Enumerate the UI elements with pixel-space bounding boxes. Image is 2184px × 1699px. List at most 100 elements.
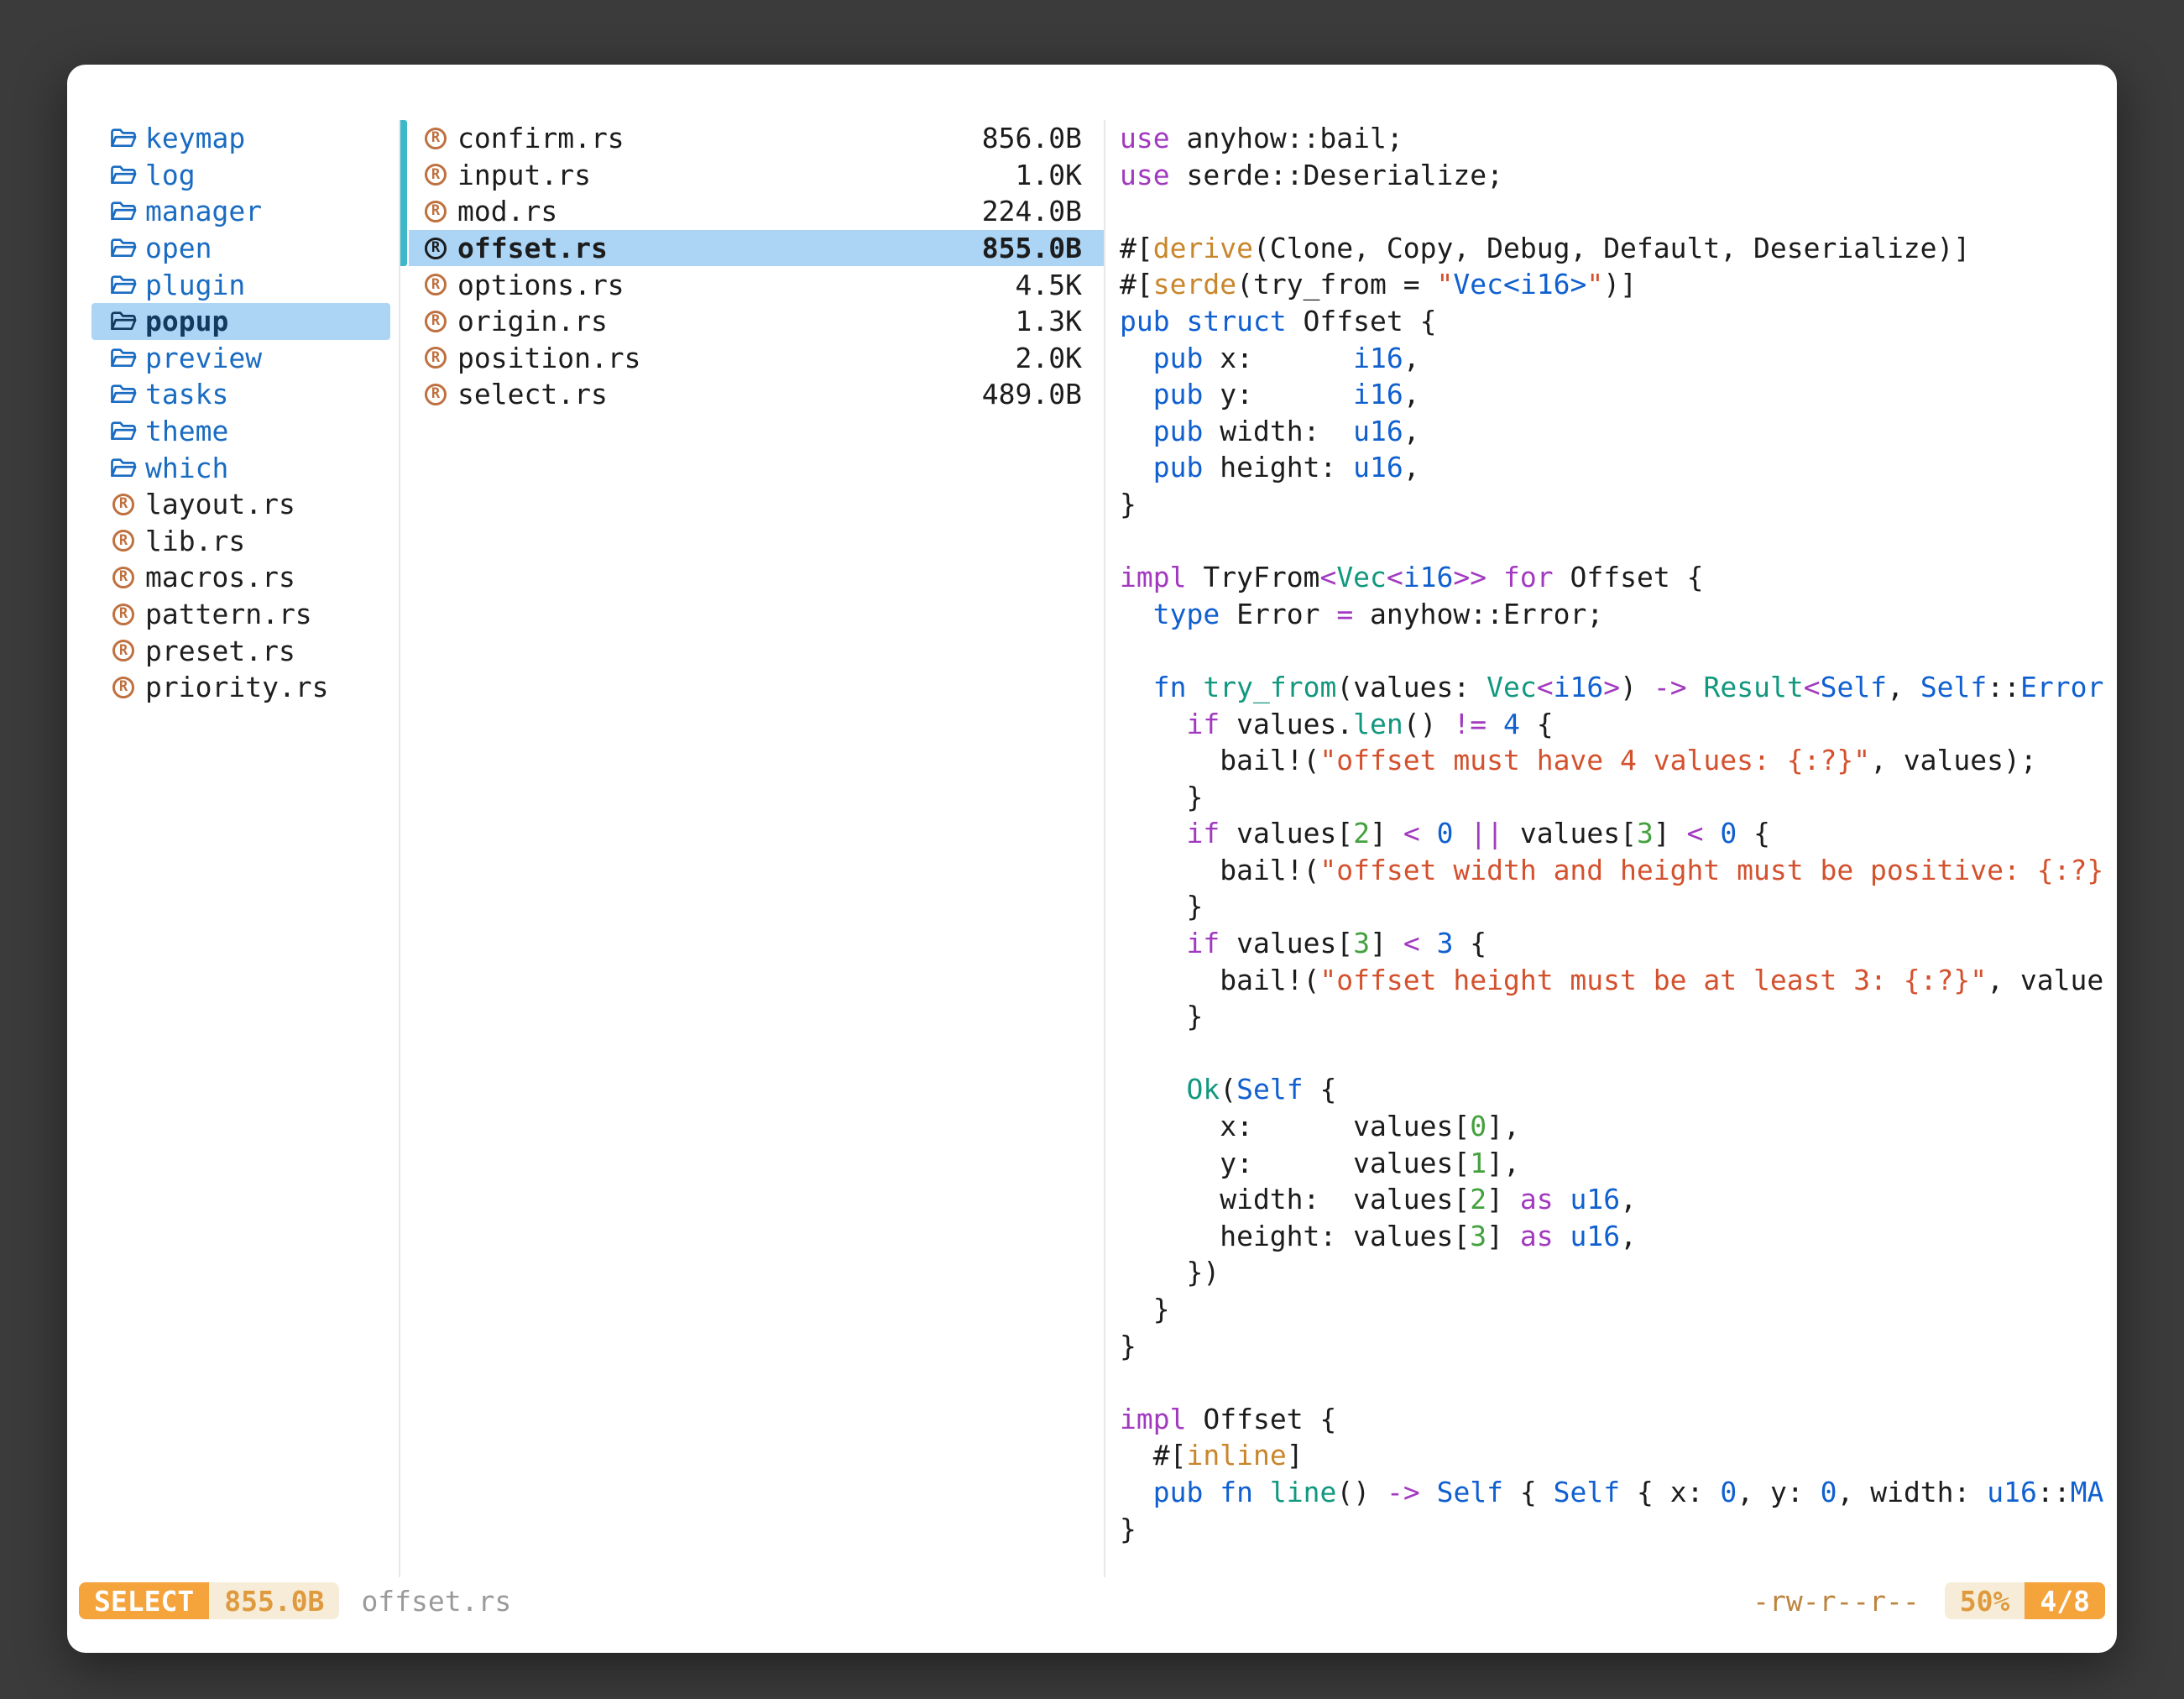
file-list-item[interactable]: R select.rs 489.0B [409, 376, 1104, 413]
code-token: as [1520, 1220, 1554, 1252]
code-token: Vec [1486, 671, 1537, 703]
code-line [1120, 1035, 2117, 1072]
code-token: ( [1220, 1073, 1236, 1106]
code-line: height: values[3] as u16, [1120, 1218, 2117, 1255]
parent-dir-item[interactable]: keymap [91, 120, 390, 157]
code-token: for [1503, 561, 1554, 593]
parent-file-item[interactable]: R preset.rs [91, 632, 390, 669]
parent-dir-item[interactable]: theme [91, 413, 390, 450]
file-name: layout.rs [145, 488, 295, 520]
code-token: () [1336, 1476, 1387, 1508]
code-token: 0 [1821, 1476, 1837, 1508]
code-token: ] [1287, 1439, 1304, 1472]
folder-open-icon [108, 347, 138, 369]
file-size: 489.0B [982, 378, 1082, 410]
code-token [1120, 817, 1186, 850]
code-token: >> [1453, 561, 1486, 593]
parent-file-item[interactable]: R macros.rs [91, 559, 390, 596]
file-list-item[interactable]: R origin.rs 1.3K [409, 303, 1104, 340]
code-token: (values: [1336, 671, 1486, 703]
file-list-item[interactable]: R position.rs 2.0K [409, 340, 1104, 377]
file-list-item[interactable]: R mod.rs 224.0B [409, 193, 1104, 230]
code-token: != [1453, 708, 1486, 740]
code-token: , value [1987, 964, 2103, 996]
code-token: ], [1486, 1147, 1520, 1179]
code-token [1120, 415, 1153, 447]
code-token: height: values[ [1120, 1220, 1470, 1252]
code-token: derive [1153, 232, 1253, 264]
parent-file-item[interactable]: R priority.rs [91, 669, 390, 706]
dir-name: keymap [145, 122, 245, 154]
parent-dir-item[interactable]: preview [91, 340, 390, 377]
parent-file-item[interactable]: R layout.rs [91, 486, 390, 523]
parent-dir-item[interactable]: which [91, 449, 390, 486]
code-token: :: [2037, 1476, 2071, 1508]
code-token: < [1804, 671, 1821, 703]
code-token: , [1403, 342, 1420, 374]
file-size: 855.0B [982, 232, 1082, 264]
code-token: 2 [1470, 1183, 1486, 1215]
file-name: confirm.rs [457, 122, 624, 154]
code-token: 0 [1437, 817, 1454, 850]
code-token: (try_from = [1236, 268, 1436, 301]
code-token: "offset height must be at least 3: {:?}" [1319, 964, 1987, 996]
code-token: #[ [1120, 232, 1153, 264]
code-token: 3 [1637, 817, 1654, 850]
scrollbar-indicator[interactable] [399, 120, 407, 266]
rust-file-icon: R [421, 128, 451, 149]
code-token: Self [1554, 1476, 1620, 1508]
code-line: #[inline] [1120, 1437, 2117, 1474]
code-token: Offset { [1554, 561, 1704, 593]
code-token: Error [1220, 598, 1336, 630]
code-token: use [1120, 122, 1170, 154]
code-token: Offset { [1186, 1403, 1336, 1435]
code-line: pub width: u16, [1120, 413, 2117, 450]
code-token [1486, 561, 1503, 593]
file-name: pattern.rs [145, 598, 312, 630]
parent-dir-item[interactable]: log [91, 157, 390, 194]
code-line [1120, 632, 2117, 669]
code-line: Ok(Self { [1120, 1071, 2117, 1108]
code-token: < [1403, 817, 1420, 850]
parent-file-item[interactable]: R pattern.rs [91, 596, 390, 633]
code-token: bail!( [1120, 744, 1319, 776]
code-token: < [1387, 561, 1403, 593]
parent-dir-item[interactable]: open [91, 230, 390, 267]
code-token: 3 [1437, 927, 1454, 959]
code-token: as [1520, 1183, 1554, 1215]
code-token: MA [2071, 1476, 2104, 1508]
dir-name: open [145, 232, 212, 264]
file-size: 1.3K [1016, 305, 1082, 337]
file-name: mod.rs [457, 195, 557, 227]
code-token: ] [1370, 927, 1403, 959]
file-list-item[interactable]: R confirm.rs 856.0B [409, 120, 1104, 157]
parent-dir-item[interactable]: manager [91, 193, 390, 230]
code-token: "offset must have 4 values: {:?}" [1319, 744, 1870, 776]
preview-pane: use anyhow::bail;use serde::Deserialize;… [1105, 120, 2117, 1577]
code-token [1687, 671, 1704, 703]
code-token: :: [1987, 671, 2020, 703]
file-list-item[interactable]: R options.rs 4.5K [409, 266, 1104, 303]
code-token: < [1537, 671, 1554, 703]
current-pane: R confirm.rs 856.0B R input.rs 1.0K R mo… [399, 120, 1105, 1577]
dir-name: theme [145, 415, 228, 447]
file-list-item[interactable]: R offset.rs 855.0B [409, 230, 1104, 267]
code-token: anyhow::Error; [1353, 598, 1603, 630]
code-line: pub struct Offset { [1120, 303, 2117, 340]
parent-dir-item[interactable]: popup [91, 303, 390, 340]
code-line [1120, 193, 2117, 230]
rust-file-icon: R [108, 494, 138, 515]
code-token: pub [1153, 378, 1204, 410]
code-token: } [1120, 1293, 1170, 1325]
code-line: y: values[1], [1120, 1145, 2117, 1182]
code-token: i16 [1353, 378, 1403, 410]
code-token: }) [1120, 1256, 1220, 1289]
file-list-item[interactable]: R input.rs 1.0K [409, 157, 1104, 194]
code-token [1420, 1476, 1437, 1508]
scroll-percent-badge: 50% [1945, 1582, 2025, 1619]
file-size: 2.0K [1016, 342, 1082, 374]
code-token: values[ [1503, 817, 1637, 850]
parent-file-item[interactable]: R lib.rs [91, 523, 390, 560]
parent-dir-item[interactable]: plugin [91, 266, 390, 303]
parent-dir-item[interactable]: tasks [91, 376, 390, 413]
